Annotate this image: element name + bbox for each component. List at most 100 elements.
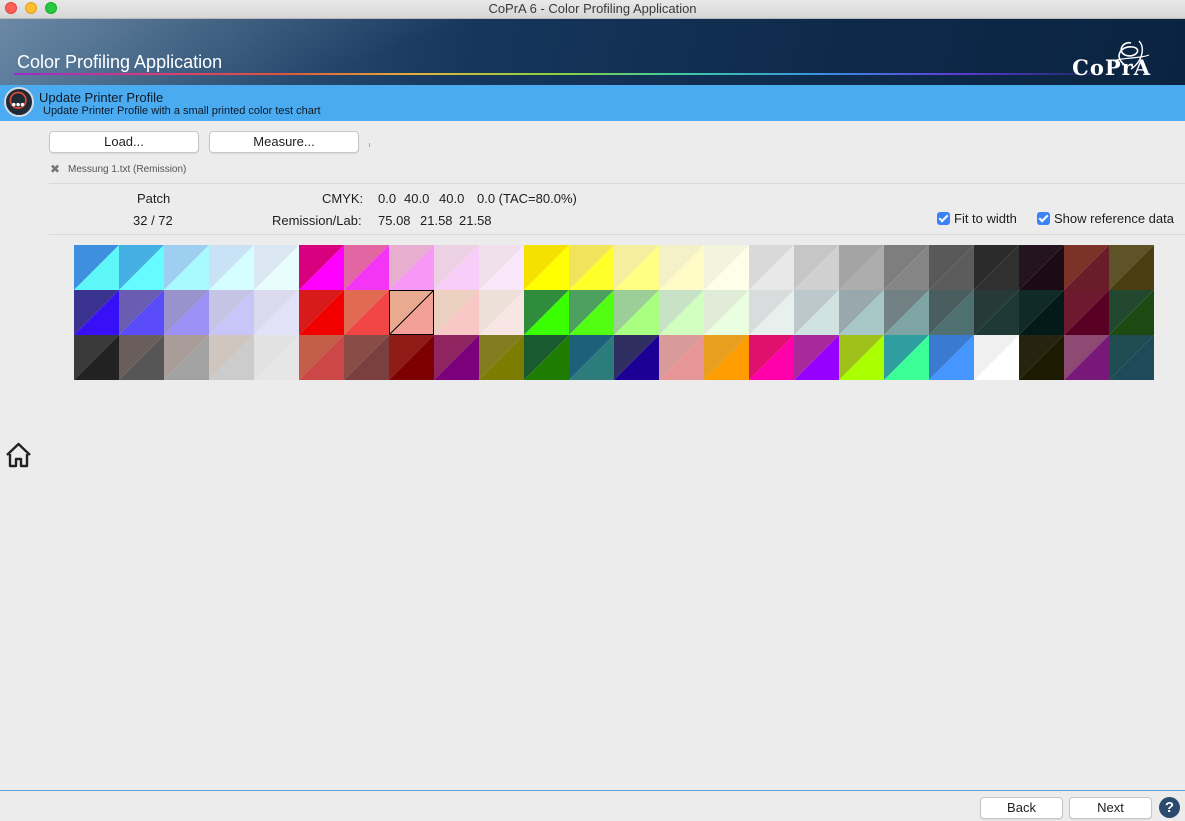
- color-patch[interactable]: [388, 289, 435, 336]
- color-patch[interactable]: [974, 335, 1019, 380]
- color-patch[interactable]: [929, 335, 974, 380]
- color-patch[interactable]: [794, 290, 839, 335]
- color-patch[interactable]: [1064, 335, 1109, 380]
- color-patch[interactable]: [209, 335, 254, 380]
- color-patch[interactable]: [254, 290, 299, 335]
- color-patch[interactable]: [344, 245, 389, 290]
- cmyk-k-tac-value: 0.0 (TAC=80.0%): [477, 191, 577, 206]
- cmyk-m-value: 40.0: [404, 191, 430, 206]
- patch-value: 32 / 72: [133, 213, 173, 228]
- color-patch[interactable]: [434, 290, 479, 335]
- color-patch[interactable]: [524, 245, 569, 290]
- color-patch[interactable]: [974, 245, 1019, 290]
- color-patch[interactable]: [1109, 290, 1154, 335]
- copra-logo-text: CoPrA: [1072, 55, 1151, 80]
- separator-bottom: [49, 234, 1185, 235]
- color-patch[interactable]: [614, 335, 659, 380]
- color-patch[interactable]: [704, 245, 749, 290]
- color-patch[interactable]: [299, 335, 344, 380]
- color-patch[interactable]: [479, 290, 524, 335]
- color-patch[interactable]: [119, 245, 164, 290]
- color-patch[interactable]: [74, 290, 119, 335]
- lab-b-value: 21.58: [459, 213, 492, 228]
- color-patch[interactable]: [884, 245, 929, 290]
- color-patch[interactable]: [299, 290, 344, 335]
- color-patch[interactable]: [209, 245, 254, 290]
- rainbow-line: [14, 73, 1094, 75]
- color-patch[interactable]: [524, 335, 569, 380]
- color-patch[interactable]: [1109, 335, 1154, 380]
- checkbox-checked-icon[interactable]: [1037, 212, 1050, 225]
- color-patch[interactable]: [344, 290, 389, 335]
- color-patch[interactable]: [659, 290, 704, 335]
- load-button[interactable]: Load...: [49, 131, 199, 153]
- color-patch[interactable]: [389, 245, 434, 290]
- color-patch[interactable]: [74, 335, 119, 380]
- color-patch[interactable]: [434, 335, 479, 380]
- color-patch[interactable]: [254, 335, 299, 380]
- color-patch[interactable]: [839, 245, 884, 290]
- checkbox-checked-icon[interactable]: [937, 212, 950, 225]
- color-patch[interactable]: [614, 245, 659, 290]
- color-patch[interactable]: [974, 290, 1019, 335]
- color-patch[interactable]: [1019, 290, 1064, 335]
- help-icon[interactable]: ?: [1159, 797, 1180, 818]
- fit-to-width-label: Fit to width: [954, 211, 1017, 226]
- lab-a-value: 21.58: [420, 213, 453, 228]
- color-patch[interactable]: [659, 245, 704, 290]
- window-titlebar: CoPrA 6 - Color Profiling Application: [0, 0, 1185, 19]
- lab-label: Remission/Lab:: [272, 213, 362, 228]
- color-patch[interactable]: [569, 335, 614, 380]
- fit-to-width-checkbox[interactable]: Fit to width: [937, 211, 1017, 227]
- color-patch[interactable]: [929, 245, 974, 290]
- color-patch[interactable]: [209, 290, 254, 335]
- color-test-chart[interactable]: [74, 245, 1154, 380]
- color-patch[interactable]: [299, 245, 344, 290]
- color-patch[interactable]: [884, 335, 929, 380]
- color-patch[interactable]: [569, 245, 614, 290]
- home-icon[interactable]: [5, 442, 32, 468]
- color-patch[interactable]: [749, 245, 794, 290]
- color-patch[interactable]: [569, 290, 614, 335]
- color-patch[interactable]: [119, 290, 164, 335]
- color-patch[interactable]: [749, 290, 794, 335]
- color-patch[interactable]: [119, 335, 164, 380]
- color-patch[interactable]: [524, 290, 569, 335]
- color-patch[interactable]: [389, 335, 434, 380]
- color-patch[interactable]: [614, 290, 659, 335]
- color-patch[interactable]: [254, 245, 299, 290]
- color-patch[interactable]: [1064, 290, 1109, 335]
- color-patch[interactable]: [479, 245, 524, 290]
- app-title: Color Profiling Application: [17, 52, 223, 72]
- color-patch[interactable]: [1064, 245, 1109, 290]
- app-banner: Color Profiling Application CoPrA: [0, 19, 1185, 85]
- color-patch[interactable]: [929, 290, 974, 335]
- back-button[interactable]: Back: [980, 797, 1063, 819]
- color-patch[interactable]: [1019, 245, 1064, 290]
- show-reference-data-checkbox[interactable]: Show reference data: [1037, 211, 1174, 227]
- color-patch[interactable]: [704, 335, 749, 380]
- color-patch[interactable]: [164, 335, 209, 380]
- color-patch[interactable]: [704, 290, 749, 335]
- color-patch[interactable]: [794, 245, 839, 290]
- next-button[interactable]: Next: [1069, 797, 1152, 819]
- color-patch[interactable]: [1019, 335, 1064, 380]
- color-patch[interactable]: [1109, 245, 1154, 290]
- color-patch[interactable]: [839, 290, 884, 335]
- color-patch[interactable]: [164, 245, 209, 290]
- color-patch[interactable]: [839, 335, 884, 380]
- color-patch[interactable]: [74, 245, 119, 290]
- show-reference-data-label: Show reference data: [1054, 211, 1174, 226]
- color-patch[interactable]: [749, 335, 794, 380]
- color-patch[interactable]: [164, 290, 209, 335]
- color-patch[interactable]: [434, 245, 479, 290]
- color-patch[interactable]: [884, 290, 929, 335]
- color-patch[interactable]: [794, 335, 839, 380]
- color-patch[interactable]: [479, 335, 524, 380]
- step-title: Update Printer Profile: [39, 90, 164, 105]
- measure-button[interactable]: Measure...: [209, 131, 359, 153]
- close-icon[interactable]: ✖: [50, 163, 60, 175]
- window-title: CoPrA 6 - Color Profiling Application: [488, 1, 697, 16]
- color-patch[interactable]: [344, 335, 389, 380]
- color-patch[interactable]: [659, 335, 704, 380]
